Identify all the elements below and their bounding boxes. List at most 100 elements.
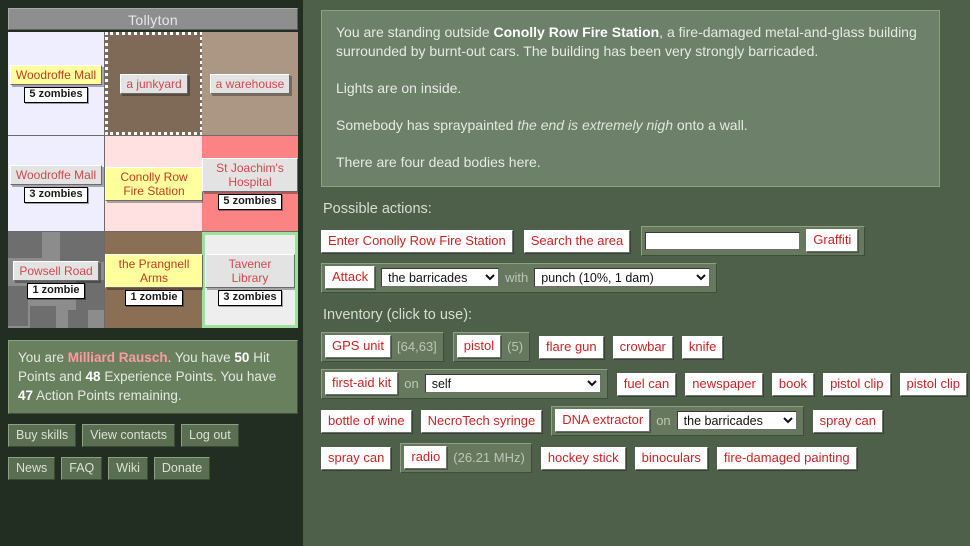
map-title: Tollyton — [8, 8, 298, 30]
inventory-target-select[interactable]: the barricades — [677, 411, 797, 430]
inventory-item-group: GPS unit [64,63] — [321, 332, 444, 362]
map-cell[interactable]: Powsell Road 1 zombie — [8, 232, 104, 328]
main-panel: You are standing outside Conolly Row Fir… — [303, 0, 970, 546]
map-cell[interactable]: the Prangnell Arms 1 zombie — [105, 232, 203, 328]
zombie-count-badge: 1 zombie — [27, 283, 84, 299]
inventory-item-group: DNA extractor on the barricades — [551, 406, 803, 436]
attack-target-select[interactable]: the barricades — [381, 268, 499, 287]
status-prefix: You are — [18, 350, 68, 365]
graffiti-group: Graffiti — [641, 226, 865, 256]
map-grid: Woodroffe Mall 5 zombies a junkyard a wareh… — [8, 32, 298, 328]
inventory-item-button[interactable]: NecroTech syringe — [421, 410, 543, 433]
inventory-item-button[interactable]: pistol — [457, 335, 501, 358]
buy-skills-button[interactable]: Buy skills — [8, 424, 76, 447]
map-cell-label[interactable]: a junkyard — [120, 74, 187, 94]
urban-dead-game-page: Tollyton Woodroffe Mall 5 zombies a junkya… — [0, 0, 970, 546]
map-cell-label[interactable]: the Prangnell Arms — [105, 254, 203, 288]
inventory-item-button[interactable]: pistol clip — [823, 373, 890, 396]
inventory-item-suffix: (5) — [507, 339, 523, 354]
map-cell-label[interactable]: St Joachim's Hospital — [202, 158, 298, 192]
inventory-item-button[interactable]: bottle of wine — [321, 410, 412, 433]
graffiti-button[interactable]: Graffiti — [806, 229, 858, 252]
status-mid1: . You have — [168, 350, 235, 365]
inventory-item-button[interactable]: hockey stick — [541, 447, 626, 470]
inventory-item-suffix: [64,63] — [397, 339, 437, 354]
possible-actions-heading: Possible actions: — [323, 201, 956, 217]
map-cell[interactable]: St Joachim's Hospital 5 zombies — [202, 136, 298, 231]
inventory-item-group: pistol (5) — [453, 332, 530, 362]
inventory-item-button[interactable]: spray can — [321, 447, 391, 470]
map-cell-label[interactable]: Conolly Row Fire Station — [105, 167, 203, 201]
map-cell[interactable]: Woodroffe Mall 5 zombies — [8, 32, 104, 135]
inventory-item-button[interactable]: GPS unit — [325, 335, 391, 358]
actions-row-1: Enter Conolly Row Fire Station Search th… — [321, 226, 956, 256]
inventory-row: first-aid kit onself fuel can newspaper book… — [321, 369, 956, 399]
inventory-item-group: first-aid kit onself — [321, 369, 608, 399]
map-cell[interactable]: a junkyard — [105, 32, 203, 135]
actions-row-2: Attack the barricades with punch (10%, 1… — [321, 263, 956, 293]
desc-graffiti-text: the end is extremely nigh — [517, 117, 673, 133]
faq-button[interactable]: FAQ — [61, 457, 102, 480]
status-suffix: Action Points remaining. — [33, 388, 182, 403]
inventory-item-button[interactable]: pistol clip — [900, 373, 967, 396]
experience-points-value: 48 — [86, 369, 101, 384]
status-mid3: Experience Points. You have — [101, 369, 277, 384]
inventory-item-button[interactable]: first-aid kit — [325, 372, 398, 395]
map-cell-label[interactable]: Woodroffe Mall — [10, 65, 102, 85]
map-cell[interactable]: Tavener Library3 zombies — [202, 232, 298, 328]
wiki-button[interactable]: Wiki — [108, 457, 148, 480]
enter-building-button[interactable]: Enter Conolly Row Fire Station — [321, 230, 513, 253]
map-cell-label[interactable]: Powsell Road — [13, 261, 98, 281]
zombie-count-badge: 5 zombies — [218, 194, 281, 210]
inventory-item-button[interactable]: DNA extractor — [555, 409, 650, 432]
inventory-item-suffix: on — [404, 376, 418, 391]
hit-points-value: 50 — [234, 350, 249, 365]
donate-button[interactable]: Donate — [154, 457, 210, 480]
attack-weapon-select[interactable]: punch (10%, 1 dam) — [534, 268, 710, 287]
inventory-item-button[interactable]: radio — [404, 446, 447, 469]
action-points-value: 47 — [18, 388, 33, 403]
log-out-button[interactable]: Log out — [181, 424, 239, 447]
news-button[interactable]: News — [8, 457, 55, 480]
inventory-item-button[interactable]: fire-damaged painting — [717, 447, 857, 470]
map-cell-label[interactable]: Tavener Library — [205, 254, 295, 288]
map-cell[interactable]: Conolly Row Fire Station — [105, 136, 203, 231]
inventory-target-select[interactable]: self — [425, 374, 601, 393]
status-panel: You are Milliard Rausch. You have 50 Hit… — [8, 340, 298, 414]
inventory-item-suffix: on — [656, 413, 670, 428]
desc-paragraph-1: You are standing outside Conolly Row Fir… — [336, 23, 925, 61]
zombie-count-badge: 5 zombies — [24, 87, 87, 103]
inventory-container: GPS unit [64,63] pistol (5) flare gun crowbar… — [321, 332, 956, 473]
map-cell-label[interactable]: a warehouse — [210, 74, 291, 94]
attack-group: Attack the barricades with punch (10%, 1… — [321, 263, 717, 293]
inventory-row: GPS unit [64,63] pistol (5) flare gun crowbar… — [321, 332, 956, 362]
search-area-button[interactable]: Search the area — [524, 230, 631, 253]
sidebar-primary-buttons: Buy skills View contacts Log out — [8, 424, 303, 447]
sidebar-secondary-buttons: News FAQ Wiki Donate — [8, 457, 303, 480]
attack-button[interactable]: Attack — [325, 266, 375, 289]
inventory-item-button[interactable]: book — [772, 373, 814, 396]
desc-p3-a: Somebody has spraypainted — [336, 117, 517, 133]
map-cell-label[interactable]: Woodroffe Mall — [10, 165, 102, 185]
inventory-item-button[interactable]: fuel can — [617, 373, 677, 396]
view-contacts-button[interactable]: View contacts — [82, 424, 175, 447]
inventory-item-button[interactable]: knife — [682, 336, 723, 359]
inventory-item-button[interactable]: binoculars — [635, 447, 708, 470]
inventory-item-button[interactable]: crowbar — [613, 336, 673, 359]
inventory-item-button[interactable]: flare gun — [539, 336, 604, 359]
map-cell[interactable]: Woodroffe Mall3 zombies — [8, 136, 104, 231]
map-cell[interactable]: a warehouse — [202, 32, 298, 135]
desc-paragraph-2: Lights are on inside. — [336, 79, 925, 98]
graffiti-input[interactable] — [645, 232, 800, 250]
character-name: Milliard Rausch — [68, 350, 168, 365]
inventory-item-button[interactable]: spray can — [813, 410, 883, 433]
inventory-heading: Inventory (click to use): — [323, 307, 956, 323]
inventory-item-group: radio (26.21 MHz) — [400, 443, 531, 473]
inventory-item-suffix: (26.21 MHz) — [453, 450, 525, 465]
inventory-item-button[interactable]: newspaper — [685, 373, 763, 396]
desc-p3-b: onto a wall. — [673, 117, 748, 133]
attack-with-label: with — [505, 270, 528, 285]
inventory-row: spray can radio (26.21 MHz) hockey stick bin… — [321, 443, 956, 473]
location-description: You are standing outside Conolly Row Fir… — [321, 10, 940, 187]
zombie-count-badge: 1 zombie — [125, 290, 182, 306]
